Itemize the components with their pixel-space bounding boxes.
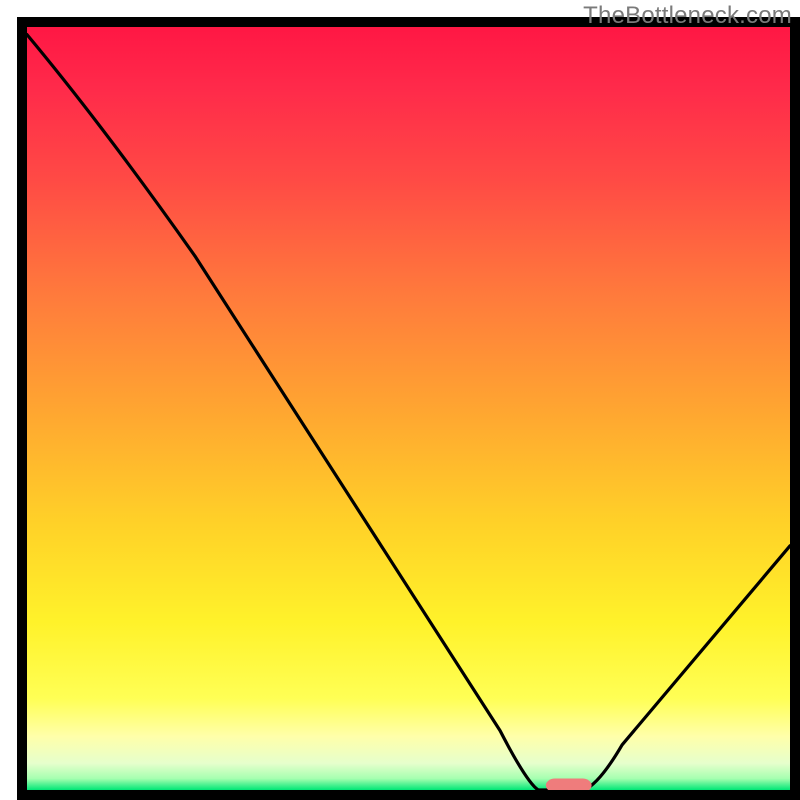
watermark-label: TheBottleneck.com <box>583 2 792 30</box>
bottleneck-curve-chart <box>0 0 800 800</box>
plot-background <box>27 27 790 790</box>
chart-container: TheBottleneck.com <box>0 0 800 800</box>
